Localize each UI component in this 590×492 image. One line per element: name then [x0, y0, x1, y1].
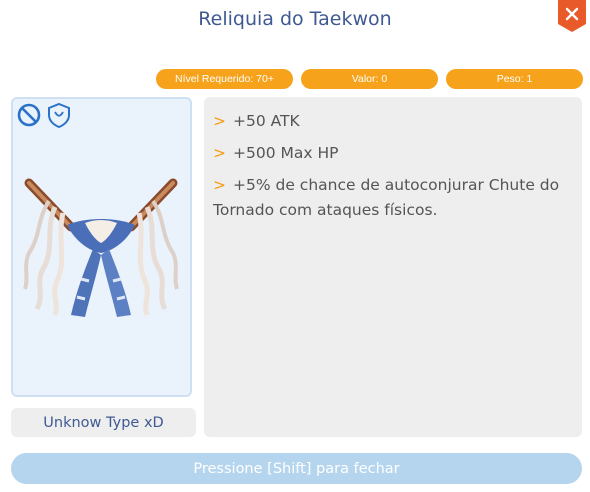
bullet-arrow: >: [213, 144, 226, 162]
bullet-arrow: >: [213, 112, 226, 130]
item-type-label: Unknow Type xD: [11, 408, 196, 437]
weight-badge: Peso: 1: [446, 69, 583, 89]
description-line: > +5% de chance de autoconjurar Chute do …: [213, 173, 572, 223]
value-badge: Valor: 0: [301, 69, 438, 89]
bullet-arrow: >: [213, 176, 226, 194]
item-image-panel: [11, 97, 192, 397]
description-text: +500 Max HP: [233, 144, 339, 162]
description-line: > +50 ATK: [213, 109, 572, 134]
window-title: Reliquia do Taekwon: [198, 8, 392, 30]
shield-icon: [48, 102, 70, 128]
description-line: > +500 Max HP: [213, 141, 572, 166]
close-hint-button[interactable]: Pressione [Shift] para fechar: [11, 453, 582, 484]
required-level-badge: Nível Requerido: 70+: [156, 69, 293, 89]
close-button[interactable]: [557, 0, 587, 32]
no-trade-icon: [17, 103, 41, 127]
close-icon: [558, 0, 586, 32]
description-panel: > +50 ATK > +500 Max HP > +5% de chance de …: [204, 97, 582, 437]
item-sprite: [23, 178, 179, 317]
description-text: +5% de chance de autoconjurar Chute do T…: [213, 176, 560, 219]
description-text: +50 ATK: [233, 112, 300, 130]
